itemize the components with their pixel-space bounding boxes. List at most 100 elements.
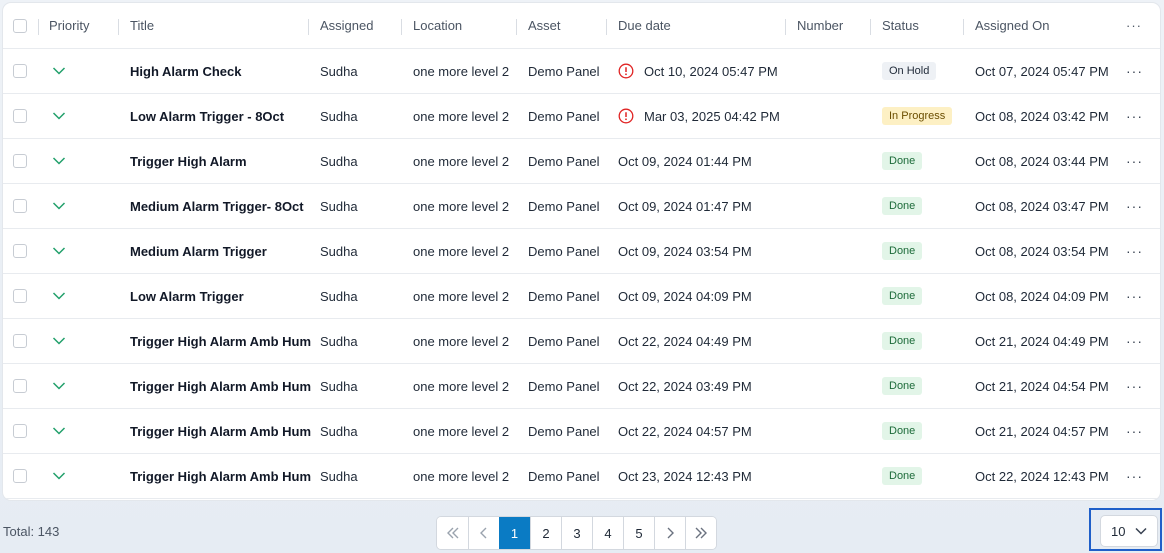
row-select-cell[interactable]: [13, 49, 27, 93]
row-options-button[interactable]: ···: [1126, 319, 1143, 363]
row-title[interactable]: Low Alarm Trigger: [130, 274, 244, 318]
row-checkbox[interactable]: [13, 154, 27, 168]
table-row[interactable]: Trigger High Alarm Amb Hum Sudha one mor…: [3, 454, 1160, 499]
priority-cell[interactable]: [52, 319, 66, 363]
page-button-2[interactable]: 2: [530, 517, 561, 549]
column-options-button[interactable]: ···: [1126, 3, 1142, 48]
row-checkbox[interactable]: [13, 469, 27, 483]
row-options-button[interactable]: ···: [1126, 49, 1143, 93]
row-options-button[interactable]: ···: [1126, 139, 1143, 183]
row-options-button[interactable]: ···: [1126, 274, 1143, 318]
page-button-1[interactable]: 1: [499, 517, 530, 549]
row-location: one more level 2: [413, 468, 510, 484]
row-checkbox[interactable]: [13, 289, 27, 303]
row-options-button[interactable]: ···: [1126, 94, 1143, 138]
row-title[interactable]: Medium Alarm Trigger: [130, 229, 267, 273]
priority-cell[interactable]: [52, 364, 66, 408]
priority-cell[interactable]: [52, 454, 66, 498]
status-badge: Done: [882, 197, 923, 215]
row-select-cell[interactable]: [13, 184, 27, 228]
table-row[interactable]: Trigger High Alarm Amb Hum Sudha one mor…: [3, 409, 1160, 454]
priority-cell[interactable]: [52, 409, 66, 453]
status-badge: On Hold: [882, 62, 937, 80]
select-all-checkbox[interactable]: [13, 18, 27, 33]
page-button-3[interactable]: 3: [561, 517, 592, 549]
row-title[interactable]: Medium Alarm Trigger- 8Oct: [130, 184, 304, 228]
table-row[interactable]: Medium Alarm Trigger- 8Oct Sudha one mor…: [3, 184, 1160, 229]
row-location: one more level 2: [413, 153, 510, 169]
first-page-button[interactable]: [437, 517, 468, 549]
row-due-date-text: Mar 03, 2025 04:42 PM: [644, 108, 780, 124]
table-row[interactable]: Trigger High Alarm Amb Hum Sudha one mor…: [3, 319, 1160, 364]
row-status-cell: Done: [882, 139, 923, 183]
row-checkbox[interactable]: [13, 109, 27, 123]
row-title[interactable]: Trigger High Alarm Amb Hum: [130, 319, 311, 363]
header-assigned-on[interactable]: Assigned On: [975, 3, 1049, 48]
header-asset[interactable]: Asset: [528, 3, 561, 48]
header-number[interactable]: Number: [797, 3, 843, 48]
page-size-value: 10: [1111, 523, 1126, 539]
row-title[interactable]: Low Alarm Trigger - 8Oct: [130, 94, 284, 138]
row-due-date-text: Oct 22, 2024 03:49 PM: [618, 378, 752, 394]
table-row[interactable]: Low Alarm Trigger Sudha one more level 2…: [3, 274, 1160, 319]
priority-cell[interactable]: [52, 184, 66, 228]
last-page-button[interactable]: [685, 517, 716, 549]
row-options-button[interactable]: ···: [1126, 454, 1143, 498]
header-location[interactable]: Location: [413, 3, 462, 48]
table-row[interactable]: Trigger High Alarm Sudha one more level …: [3, 139, 1160, 184]
header-priority[interactable]: Priority: [49, 3, 89, 48]
header-assigned[interactable]: Assigned: [320, 3, 373, 48]
chevron-down-icon: [52, 247, 66, 255]
row-status-cell: Done: [882, 319, 923, 363]
next-page-button[interactable]: [654, 517, 685, 549]
row-status-cell: In Progress: [882, 94, 953, 138]
row-location: one more level 2: [413, 288, 510, 304]
header-status[interactable]: Status: [882, 3, 919, 48]
row-asset: Demo Panel: [528, 288, 600, 304]
page-button-5[interactable]: 5: [623, 517, 654, 549]
row-select-cell[interactable]: [13, 274, 27, 318]
row-checkbox[interactable]: [13, 199, 27, 213]
row-title[interactable]: Trigger High Alarm Amb Hum: [130, 454, 311, 498]
row-assigned: Sudha: [320, 288, 358, 304]
page-size-select[interactable]: 10: [1100, 515, 1158, 547]
row-options-button[interactable]: ···: [1126, 364, 1143, 408]
row-select-cell[interactable]: [13, 364, 27, 408]
row-title[interactable]: Trigger High Alarm Amb Hum: [130, 409, 311, 453]
row-select-cell[interactable]: [13, 409, 27, 453]
row-assigned-on: Oct 07, 2024 05:47 PM: [975, 63, 1109, 79]
status-badge: Done: [882, 422, 923, 440]
row-select-cell[interactable]: [13, 139, 27, 183]
previous-page-button[interactable]: [468, 517, 499, 549]
row-select-cell[interactable]: [13, 319, 27, 363]
row-title[interactable]: Trigger High Alarm Amb Hum: [130, 364, 311, 408]
header-title[interactable]: Title: [130, 3, 154, 48]
row-title[interactable]: High Alarm Check: [130, 49, 242, 93]
row-select-cell[interactable]: [13, 454, 27, 498]
row-title[interactable]: Trigger High Alarm: [130, 139, 247, 183]
row-options-button[interactable]: ···: [1126, 409, 1143, 453]
priority-cell[interactable]: [52, 139, 66, 183]
table-row[interactable]: Low Alarm Trigger - 8Oct Sudha one more …: [3, 94, 1160, 139]
table-row[interactable]: Medium Alarm Trigger Sudha one more leve…: [3, 229, 1160, 274]
select-all-cell[interactable]: [13, 3, 27, 48]
priority-cell[interactable]: [52, 49, 66, 93]
priority-cell[interactable]: [52, 274, 66, 318]
row-checkbox[interactable]: [13, 334, 27, 348]
row-options-button[interactable]: ···: [1126, 184, 1143, 228]
row-asset: Demo Panel: [528, 378, 600, 394]
row-select-cell[interactable]: [13, 94, 27, 138]
row-checkbox[interactable]: [13, 64, 27, 78]
priority-cell[interactable]: [52, 94, 66, 138]
priority-cell[interactable]: [52, 229, 66, 273]
header-due-date[interactable]: Due date: [618, 3, 671, 48]
row-checkbox[interactable]: [13, 244, 27, 258]
table-row[interactable]: Trigger High Alarm Amb Hum Sudha one mor…: [3, 364, 1160, 409]
row-due-date: Oct 22, 2024 03:49 PM: [618, 364, 752, 408]
row-options-button[interactable]: ···: [1126, 229, 1143, 273]
row-select-cell[interactable]: [13, 229, 27, 273]
page-button-4[interactable]: 4: [592, 517, 623, 549]
table-row[interactable]: High Alarm Check Sudha one more level 2 …: [3, 49, 1160, 94]
row-checkbox[interactable]: [13, 379, 27, 393]
row-checkbox[interactable]: [13, 424, 27, 438]
